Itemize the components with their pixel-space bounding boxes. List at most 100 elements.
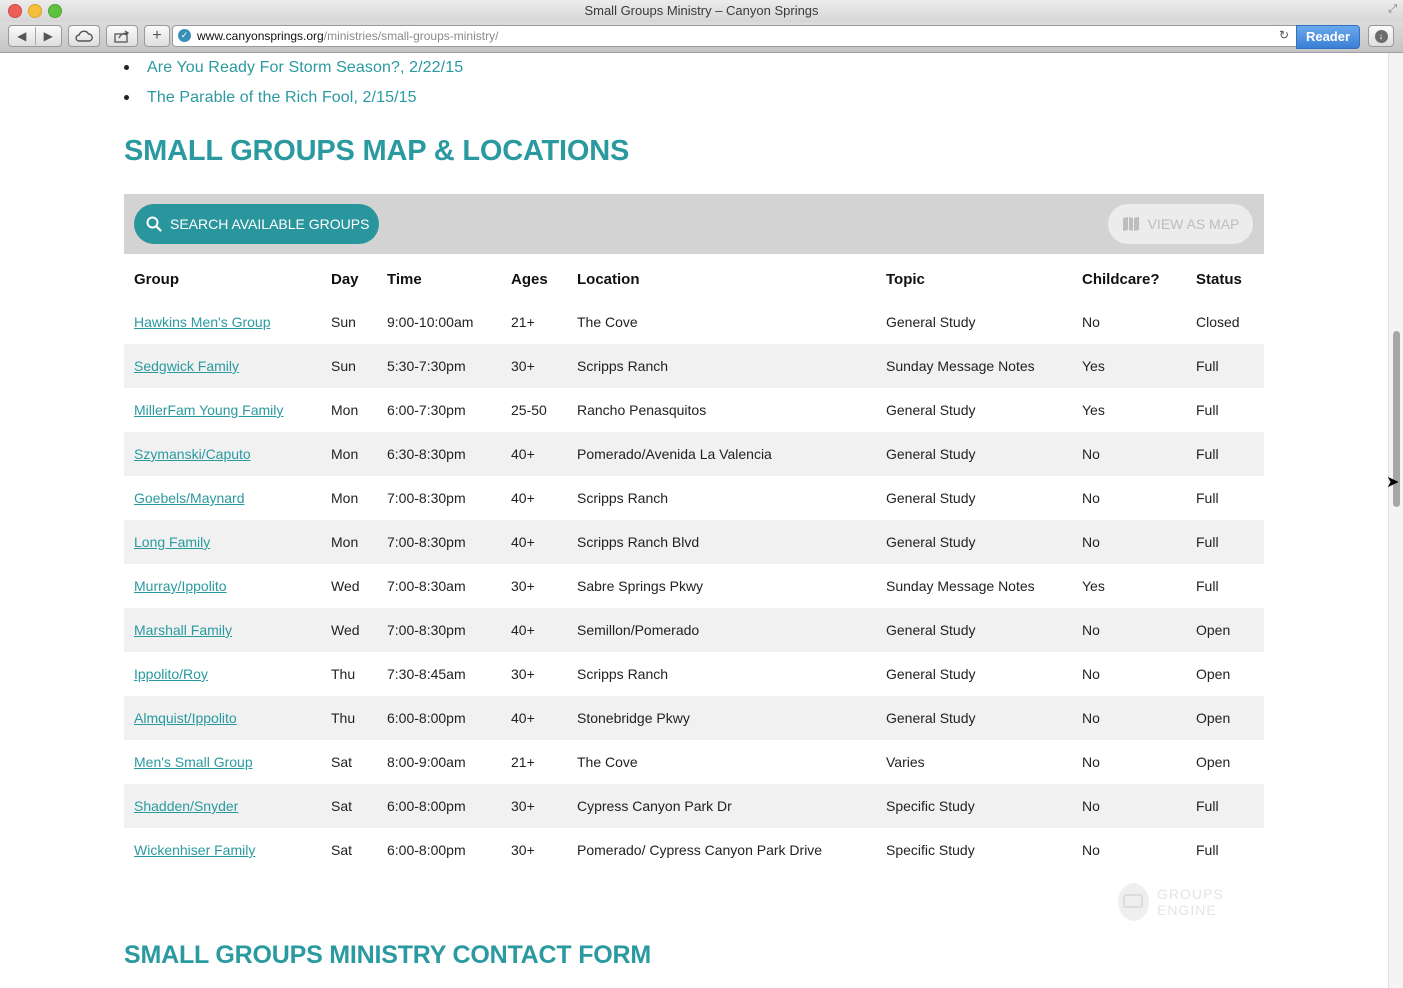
back-forward-group: ◀ ▶: [8, 25, 62, 47]
search-groups-button[interactable]: SEARCH AVAILABLE GROUPS: [134, 204, 379, 244]
group-name-link[interactable]: Marshall Family: [134, 622, 232, 638]
table-row: Szymanski/Caputo Mon 6:30-8:30pm 40+ Pomerad…: [124, 432, 1264, 476]
cell-day: Sat: [331, 798, 353, 814]
cell-time: 7:00-8:30am: [387, 578, 466, 594]
cell-time: 6:00-7:30pm: [387, 402, 466, 418]
cell-group: Long Family: [124, 520, 321, 564]
url-path: /ministries/small-groups-ministry/: [323, 29, 499, 43]
cell-topic: General Study: [886, 490, 976, 506]
reload-icon[interactable]: ↻: [1279, 28, 1289, 42]
sermon-list: Are You Ready For Storm Season?, 2/22/15…: [124, 59, 463, 119]
group-name-link[interactable]: MillerFam Young Family: [134, 402, 283, 418]
cell-status: Full: [1196, 490, 1219, 506]
cell-childcare: Yes: [1082, 402, 1105, 418]
cell-location: Scripps Ranch: [577, 358, 669, 374]
bullet-icon: [124, 95, 129, 100]
cell-ages: 30+: [511, 842, 535, 858]
group-name-link[interactable]: Sedgwick Family: [134, 358, 239, 374]
map-section-title: SMALL GROUPS MAP & LOCATIONS: [124, 135, 630, 167]
cell-topic: General Study: [886, 666, 976, 682]
table-row: Almquist/Ippolito Thu 6:00-8:00pm 40+ Stoneb…: [124, 696, 1264, 740]
group-name-link[interactable]: Long Family: [134, 534, 210, 550]
cell-group: Sedgwick Family: [124, 344, 321, 388]
cell-group: Men's Small Group: [124, 740, 321, 784]
cell-childcare: No: [1082, 710, 1100, 726]
cell-ages: 40+: [511, 622, 535, 638]
sermon-link[interactable]: Are You Ready For Storm Season?, 2/22/15: [147, 59, 463, 76]
cell-day: Sun: [331, 314, 356, 330]
sermon-list-item: Are You Ready For Storm Season?, 2/22/15: [124, 59, 463, 89]
cell-topic: General Study: [886, 710, 976, 726]
cell-group: Hawkins Men's Group: [124, 300, 321, 344]
group-name-link[interactable]: Almquist/Ippolito: [134, 710, 237, 726]
back-icon[interactable]: ◀: [9, 29, 35, 43]
icloud-tabs-button[interactable]: [68, 25, 100, 47]
fullscreen-icon[interactable]: ⤢: [1388, 3, 1397, 16]
view-as-map-button[interactable]: VIEW AS MAP: [1108, 204, 1253, 244]
cell-status: Full: [1196, 842, 1219, 858]
table-row: Ippolito/Roy Thu 7:30-8:45am 30+ Scripps Ran…: [124, 652, 1264, 696]
cell-day: Mon: [331, 446, 359, 462]
groups-toolbar: SEARCH AVAILABLE GROUPS VIEW AS MAP: [124, 194, 1264, 254]
cell-ages: 30+: [511, 798, 535, 814]
column-header-childcare: Childcare?: [1082, 270, 1160, 288]
cell-status: Full: [1196, 578, 1219, 594]
cell-childcare: No: [1082, 754, 1100, 770]
cell-status: Closed: [1196, 314, 1240, 330]
cell-group: Wickenhiser Family: [124, 828, 321, 872]
cell-status: Open: [1196, 754, 1231, 770]
column-header-ages: Ages: [511, 270, 548, 288]
cell-day: Thu: [331, 666, 356, 682]
cell-time: 8:00-9:00am: [387, 754, 466, 770]
cell-location: Scripps Ranch: [577, 490, 669, 506]
cell-group: Shadden/Snyder: [124, 784, 321, 828]
downloads-button[interactable]: ↓: [1368, 25, 1394, 47]
cell-group: Marshall Family: [124, 608, 321, 652]
cell-topic: Sunday Message Notes: [886, 578, 1035, 594]
table-body: Hawkins Men's Group Sun 9:00-10:00am 21+ The…: [124, 300, 1264, 872]
table-header-row: Group Day Time Ages Location Topic Childcare? S…: [124, 258, 1264, 300]
reader-button[interactable]: Reader: [1296, 25, 1360, 49]
cell-topic: General Study: [886, 534, 976, 550]
column-header-location: Location: [577, 270, 640, 288]
cell-day: Sat: [331, 754, 353, 770]
cell-ages: 40+: [511, 446, 535, 462]
group-name-link[interactable]: Wickenhiser Family: [134, 842, 255, 858]
window-title: Small Groups Ministry – Canyon Springs: [584, 3, 819, 18]
cell-topic: Varies: [886, 754, 925, 770]
table-row: Goebels/Maynard Mon 7:00-8:30pm 40+ Scripps …: [124, 476, 1264, 520]
cell-ages: 21+: [511, 754, 535, 770]
map-icon: [1122, 217, 1139, 231]
sermon-link[interactable]: The Parable of the Rich Fool, 2/15/15: [147, 89, 417, 106]
page-scrollbar[interactable]: [1388, 53, 1403, 988]
group-name-link[interactable]: Hawkins Men's Group: [134, 314, 271, 330]
add-bookmark-button[interactable]: +: [144, 25, 170, 47]
mouse-cursor-icon: ➤: [1386, 474, 1400, 491]
table-row: Hawkins Men's Group Sun 9:00-10:00am 21+ The…: [124, 300, 1264, 344]
group-name-link[interactable]: Shadden/Snyder: [134, 798, 238, 814]
column-header-group: Group: [134, 270, 179, 288]
cell-day: Mon: [331, 534, 359, 550]
cell-topic: Sunday Message Notes: [886, 358, 1035, 374]
forward-icon[interactable]: ▶: [36, 29, 62, 43]
share-icon: [114, 29, 130, 43]
group-name-link[interactable]: Goebels/Maynard: [134, 490, 245, 506]
cell-ages: 21+: [511, 314, 535, 330]
cell-status: Full: [1196, 358, 1219, 374]
group-name-link[interactable]: Men's Small Group: [134, 754, 253, 770]
table-row: Murray/Ippolito Wed 7:00-8:30am 30+ Sabre Sp…: [124, 564, 1264, 608]
address-bar[interactable]: ✓ www.canyonsprings.org/ministries/small…: [172, 25, 1298, 47]
cell-day: Wed: [331, 622, 360, 638]
group-name-link[interactable]: Murray/Ippolito: [134, 578, 227, 594]
group-name-link[interactable]: Szymanski/Caputo: [134, 446, 251, 462]
url-domain: www.canyonsprings.org: [197, 29, 324, 43]
cell-childcare: No: [1082, 798, 1100, 814]
share-button[interactable]: [106, 25, 138, 47]
column-header-status: Status: [1196, 270, 1242, 288]
group-name-link[interactable]: Ippolito/Roy: [134, 666, 208, 682]
table-row: Wickenhiser Family Sat 6:00-8:00pm 30+ Pomer…: [124, 828, 1264, 872]
cell-topic: General Study: [886, 314, 976, 330]
cell-topic: Specific Study: [886, 798, 975, 814]
window-titlebar: Small Groups Ministry – Canyon Springs ⤢: [0, 0, 1403, 22]
cell-time: 6:00-8:00pm: [387, 710, 466, 726]
